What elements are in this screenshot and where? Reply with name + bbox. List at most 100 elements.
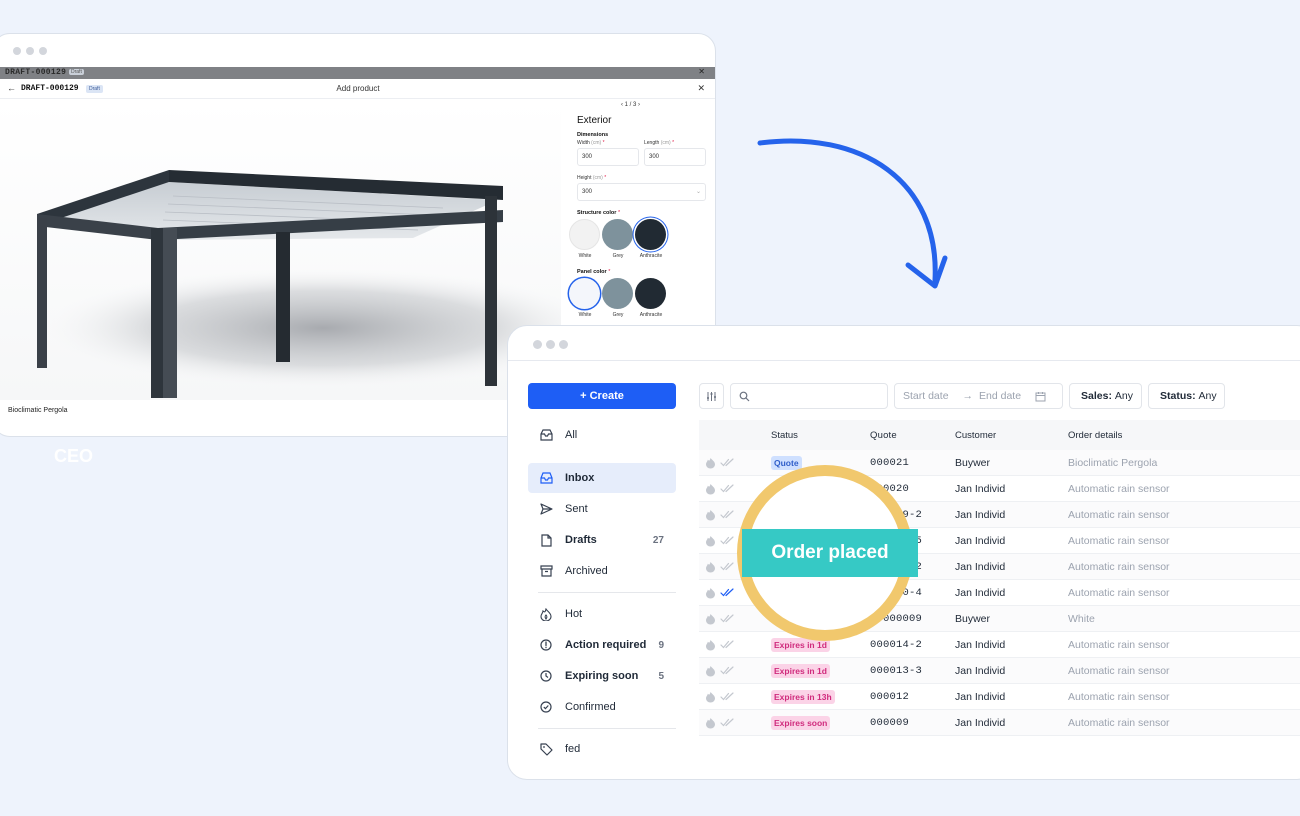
draft-badge: Draft	[86, 85, 103, 93]
curved-arrow-icon	[757, 138, 948, 289]
double-check-icon	[720, 510, 734, 519]
sales-filter-label: Sales:	[1081, 390, 1112, 402]
flame-icon[interactable]	[705, 509, 716, 521]
double-check-icon	[720, 484, 734, 493]
back-arrow-icon[interactable]: ←	[7, 83, 16, 93]
panel-swatch-white[interactable]	[569, 278, 600, 309]
quote-number[interactable]: 000009	[870, 717, 955, 729]
window-controls[interactable]	[13, 47, 47, 55]
flame-icon[interactable]	[705, 535, 716, 547]
close-icon[interactable]: ✕	[697, 83, 705, 94]
status-filter[interactable]: Status: Any	[1148, 383, 1225, 409]
window-controls[interactable]	[533, 340, 568, 349]
arrow-right-icon: →	[962, 390, 974, 402]
sidebar-item-label: Action required	[565, 639, 647, 651]
date-range-picker[interactable]: Start date → End date	[894, 383, 1063, 409]
double-check-icon	[720, 666, 734, 675]
sidebar-item-drafts[interactable]: Drafts 27	[528, 525, 676, 555]
flame-icon[interactable]	[705, 587, 716, 599]
section-title: Exterior	[577, 115, 612, 126]
file-icon	[539, 533, 553, 547]
search-input[interactable]	[730, 383, 888, 409]
structure-swatch-anthracite[interactable]	[635, 219, 666, 250]
action-required-count: 9	[658, 639, 664, 651]
sidebar-item-archived[interactable]: Archived	[528, 556, 676, 586]
sales-filter-value: Any	[1114, 390, 1133, 402]
panel-color-label: Panel color *	[577, 269, 611, 275]
flame-icon[interactable]	[705, 639, 716, 651]
sidebar-item-label: Hot	[565, 608, 583, 620]
status-badge: Expires in 1d	[771, 663, 830, 678]
panel-swatch-grey[interactable]	[602, 278, 633, 309]
structure-swatch-white[interactable]	[569, 219, 600, 250]
sidebar-item-hot[interactable]: Hot	[528, 599, 676, 629]
status-badge: Expires in 13h	[771, 689, 835, 704]
table-header: Status Quote Customer Order details	[699, 420, 1300, 450]
background-draft-badge: Draft	[69, 69, 84, 75]
table-row[interactable]: Expires in 1d 000014-2 Jan Individ Autom…	[699, 632, 1300, 658]
table-row[interactable]: Expires in 13h 000012 Jan Individ Automa…	[699, 684, 1300, 710]
flame-icon[interactable]	[705, 561, 716, 573]
double-check-icon	[720, 614, 734, 623]
flame-icon[interactable]	[705, 717, 716, 729]
quote-number[interactable]: 000012	[870, 691, 955, 703]
sidebar-item-label: fed	[565, 743, 581, 755]
flame-icon[interactable]	[705, 691, 716, 703]
column-header-status[interactable]: Status	[771, 430, 870, 441]
sidebar-item-confirmed[interactable]: Confirmed	[528, 692, 676, 722]
tag-icon	[539, 742, 553, 756]
order-details: Bioclimatic Pergola	[1068, 456, 1158, 469]
customer-name: Jan Individ	[955, 664, 1006, 677]
sidebar-item-label: Sent	[565, 503, 588, 515]
sales-filter[interactable]: Sales: Any	[1069, 383, 1142, 409]
sidebar-item-sent[interactable]: Sent	[528, 494, 676, 524]
sidebar-item-fed[interactable]: fed	[528, 734, 676, 764]
customer-name: Jan Individ	[955, 482, 1006, 495]
calendar-icon	[1035, 391, 1046, 401]
quote-number[interactable]: 000021	[870, 457, 955, 469]
flame-icon[interactable]	[705, 483, 716, 495]
background-header: DRAFT-000129 Draft ✕	[0, 67, 715, 79]
clock-icon	[539, 669, 553, 683]
ceo-text: CEO	[54, 446, 94, 466]
column-header-order-details[interactable]: Order details	[1068, 430, 1300, 441]
pager[interactable]: ‹ 1 / 3 ›	[621, 102, 640, 108]
customer-name: Jan Individ	[955, 716, 1006, 729]
table-row[interactable]: Expires in 1d 000013-3 Jan Individ Autom…	[699, 658, 1300, 684]
height-value: 300	[582, 189, 593, 195]
check-circle-icon	[539, 700, 553, 714]
flame-icon[interactable]	[705, 457, 716, 469]
product-image	[0, 100, 561, 400]
dialog-header: ← DRAFT-000129 Draft Add product ✕	[0, 79, 715, 99]
height-select[interactable]: 300 ⌄	[577, 183, 706, 201]
table-row[interactable]: Expires soon 000009 Jan Individ Automati…	[699, 710, 1300, 736]
flame-icon[interactable]	[705, 613, 716, 625]
length-input[interactable]: 300	[644, 148, 706, 166]
filter-settings-button[interactable]	[699, 383, 724, 409]
order-placed-label: Order placed	[742, 529, 918, 577]
sidebar-item-expiring-soon[interactable]: Expiring soon 5	[528, 661, 676, 691]
pager-text: 1 / 3	[624, 102, 637, 108]
panel-swatch-anthracite[interactable]	[635, 278, 666, 309]
structure-color-label: Structure color *	[577, 210, 621, 216]
create-button[interactable]: + Create	[528, 383, 676, 409]
order-details: Automatic rain sensor	[1068, 586, 1170, 599]
column-header-customer[interactable]: Customer	[955, 430, 1068, 441]
sidebar-item-action-required[interactable]: Action required 9	[528, 630, 676, 660]
send-icon	[539, 502, 553, 516]
sidebar-item-label: Inbox	[565, 472, 595, 484]
sidebar-item-all[interactable]: All	[528, 420, 676, 450]
sidebar-item-inbox[interactable]: Inbox	[528, 463, 676, 493]
column-header-quote[interactable]: Quote	[870, 430, 955, 441]
archive-icon	[539, 564, 553, 578]
order-details: Automatic rain sensor	[1068, 560, 1170, 573]
flame-icon[interactable]	[705, 665, 716, 677]
double-check-icon	[720, 640, 734, 649]
quote-number[interactable]: 000013-3	[870, 665, 955, 677]
structure-swatch-grey[interactable]	[602, 219, 633, 250]
width-input[interactable]: 300	[577, 148, 639, 166]
length-label: Length (cm) *	[644, 140, 675, 146]
swatch-label: Anthracite	[639, 312, 663, 318]
quote-number[interactable]: 000014-2	[870, 639, 955, 651]
width-label: Width (cm) *	[577, 140, 605, 146]
